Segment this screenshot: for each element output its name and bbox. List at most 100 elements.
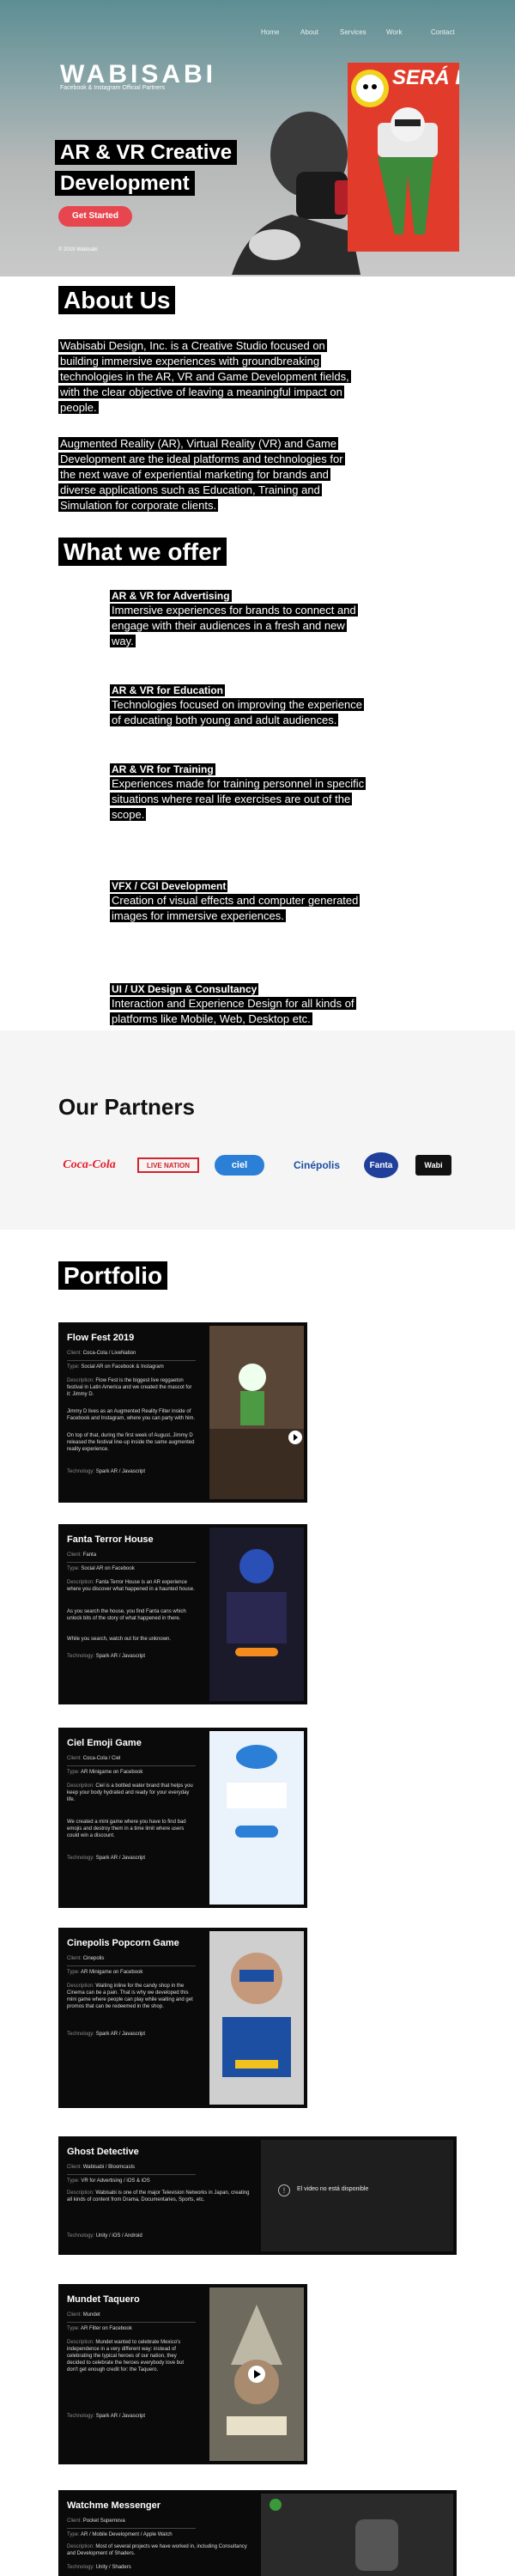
project-description: Description: Waiting inline for the cand… — [67, 1984, 193, 2009]
project-tech: Technology: Spark AR / Javascript — [67, 1654, 146, 1659]
project-detail: Jimmy D lives as an Augmented Reality Fi… — [67, 1409, 196, 1421]
divider — [67, 1965, 196, 1966]
offer-item: AR & VR for Education Technologies focus… — [110, 683, 367, 728]
project-type: Type: AR / Mobile Development / Apple Wa… — [67, 2532, 173, 2537]
project-description: Description: Fanta Terror House is an AR… — [67, 1580, 195, 1592]
project-tech: Technology: Spark AR / Javascript — [67, 2032, 146, 2037]
offer-item-desc: Creation of visual effects and computer … — [110, 894, 360, 922]
offer-item: UI / UX Design & Consultancy Interaction… — [110, 982, 367, 1027]
project-screenshot[interactable] — [209, 1528, 304, 1701]
nav-about[interactable]: About — [300, 28, 318, 36]
offer-title: What we offer — [58, 538, 227, 566]
promo-image: SERÁ EL — [348, 63, 459, 252]
nav-work[interactable]: Work — [386, 28, 403, 36]
portfolio-card-ghost-detective[interactable]: Ghost Detective Client: Wabisabi / Bloom… — [58, 2136, 457, 2255]
divider — [67, 1360, 196, 1361]
project-title: Flow Fest 2019 — [67, 1333, 135, 1343]
project-title: Fanta Terror House — [67, 1534, 154, 1545]
project-description: Description: Flow Fest is the biggest li… — [67, 1378, 192, 1397]
mascot-illustration — [351, 70, 438, 234]
info-icon: ! — [278, 2184, 290, 2196]
project-type: Type: AR Minigame on Facebook — [67, 1770, 143, 1775]
partners-section: Our Partners Coca-Cola LIVE NATION ciel … — [0, 1030, 515, 1230]
about-paragraph-2: Augmented Reality (AR), Virtual Reality … — [58, 437, 345, 512]
offer-item: AR & VR for Training Experiences made fo… — [110, 762, 367, 823]
project-type: Type: VR for Advertising / iOS & iOS — [67, 2178, 150, 2184]
portfolio-card-fanta-terror-house[interactable]: Fanta Terror House Client: Fanta Type: S… — [58, 1524, 307, 1704]
portfolio-title: Portfolio — [58, 1261, 168, 1290]
portfolio-card-ciel-emoji-game[interactable]: Ciel Emoji Game Client: Coca-Cola / Ciel… — [58, 1728, 307, 1908]
project-tech: Technology: Spark AR / Javascript — [67, 1856, 146, 1861]
nav-contact[interactable]: Contact — [431, 28, 455, 36]
portfolio-card-flow-fest[interactable]: Flow Fest 2019 Client: Coca-Cola / LiveN… — [58, 1322, 307, 1503]
project-client: Client: Coca-Cola / Ciel — [67, 1756, 121, 1761]
partners-title: Our Partners — [58, 1094, 195, 1120]
video-player[interactable]: ! El video no está disponible — [261, 2140, 453, 2251]
project-client: Client: Mundet — [67, 2312, 100, 2318]
project-screenshot[interactable] — [209, 1326, 304, 1499]
divider — [67, 2528, 196, 2529]
get-started-button[interactable]: Get Started — [58, 206, 132, 227]
project-type: Type: Social AR on Facebook & Instagram — [67, 1364, 164, 1370]
project-client: Client: Wabisabi / Bloomcasts — [67, 2165, 136, 2170]
project-client: Client: Cinepolis — [67, 1956, 105, 1961]
project-screenshot[interactable] — [209, 1731, 304, 1905]
project-detail: On top of that, during the first week of… — [67, 1433, 195, 1452]
project-screenshot[interactable] — [209, 2287, 304, 2461]
offer-item-title: AR & VR for Training — [110, 763, 215, 775]
about-title: About Us — [58, 286, 176, 314]
offer-item-desc: Experiences made for training personnel … — [110, 777, 367, 821]
hero-title: AR & VR Creative Development — [55, 137, 261, 199]
project-type: Type: Social AR on Facebook — [67, 1566, 135, 1571]
project-client: Client: Coca-Cola / LiveNation — [67, 1351, 136, 1356]
offer-item: VFX / CGI Development Creation of visual… — [110, 879, 367, 924]
offer-item: AR & VR for Advertising Immersive experi… — [110, 589, 367, 649]
video-unavailable-text: El video no está disponible — [297, 2186, 369, 2192]
partner-logo-ciel: ciel — [215, 1155, 264, 1176]
project-title: Ciel Emoji Game — [67, 1738, 142, 1748]
project-title: Ghost Detective — [67, 2147, 139, 2157]
hero-section: Home About Services Work Contact WABISAB… — [0, 0, 515, 276]
apple-watch-image — [355, 2519, 398, 2571]
about-paragraph-1: Wabisabi Design, Inc. is a Creative Stud… — [58, 339, 351, 414]
portfolio-card-watchme-messenger[interactable]: Watchme Messenger Client: Pocket Superno… — [58, 2490, 457, 2576]
project-type: Type: AR Filter on Facebook — [67, 2326, 132, 2331]
video-player[interactable] — [261, 2494, 453, 2576]
project-description: Description: Ciel is a bottled water bra… — [67, 1783, 193, 1802]
partner-logo-live-nation: LIVE NATION — [137, 1157, 199, 1173]
cinepolis-selfie-image — [209, 1931, 304, 2105]
portfolio-card-cinepolis-popcorn-game[interactable]: Cinepolis Popcorn Game Client: Cinepolis… — [58, 1928, 307, 2108]
nav-services[interactable]: Services — [340, 28, 367, 36]
project-tech: Technology: Spark AR / Javascript — [67, 1469, 146, 1474]
project-type: Type: AR Minigame on Facebook — [67, 1970, 143, 1975]
project-screenshot[interactable] — [209, 1931, 304, 2105]
portfolio-card-mundet-taquero[interactable]: Mundet Taquero Client: Mundet Type: AR F… — [58, 2284, 307, 2464]
offer-item-desc: Interaction and Experience Design for al… — [110, 997, 356, 1025]
divider — [67, 2174, 196, 2175]
ar-room-image — [209, 1326, 304, 1499]
project-tech: Technology: Unity / Shaders — [67, 2565, 131, 2570]
divider — [67, 1562, 196, 1563]
project-description: Description: Mundet wanted to celebrate … — [67, 2340, 185, 2372]
partner-logo-fanta: Fanta — [364, 1152, 398, 1178]
project-client: Client: Pocket Supernova — [67, 2518, 125, 2524]
offer-item-title: AR & VR for Advertising — [110, 590, 232, 602]
fanta-phone-image — [209, 1528, 304, 1701]
partner-logo-cinepolis: Cinépolis — [293, 1159, 340, 1171]
partner-logo-wabi: Wabi — [415, 1155, 451, 1176]
project-detail: We created a mini game where you have to… — [67, 1820, 186, 1838]
project-title: Watchme Messenger — [67, 2500, 161, 2511]
partner-logo-coca-cola: Coca-Cola — [63, 1158, 116, 1171]
project-title: Mundet Taquero — [67, 2294, 140, 2305]
project-tech: Technology: Unity / iOS / Android — [67, 2233, 142, 2239]
project-client: Client: Fanta — [67, 1552, 97, 1558]
project-tech: Technology: Spark AR / Javascript — [67, 2414, 146, 2419]
ciel-app-image — [209, 1731, 304, 1905]
nav-home[interactable]: Home — [261, 28, 279, 36]
copyright-text: © 2019 Wabisabi — [58, 247, 98, 252]
project-detail: While you search, watch out for the unkn… — [67, 1637, 172, 1642]
project-description: Description: Most of several projects we… — [67, 2544, 247, 2556]
taquero-filter-image — [209, 2287, 304, 2461]
offer-item-title: UI / UX Design & Consultancy — [110, 983, 259, 995]
project-detail: As you search the house, you find Fanta … — [67, 1609, 186, 1621]
